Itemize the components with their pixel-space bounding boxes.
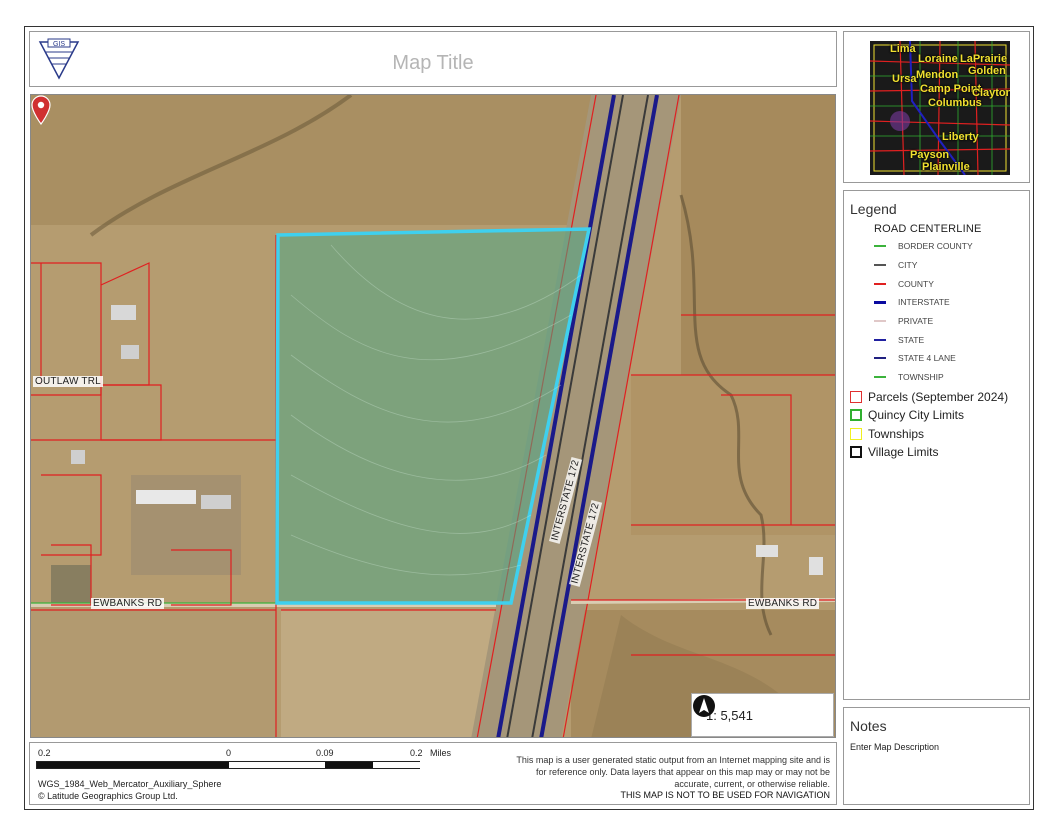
overview-label-columbus: Columbus [928, 97, 982, 109]
aerial-imagery [31, 95, 835, 737]
scalebar-label-right: 0.2 [410, 748, 423, 758]
legend-item-label: CITY [898, 260, 918, 270]
legend-swatch [850, 428, 862, 440]
gis-logo-text: GIS [53, 41, 65, 48]
overview-label-payson: Payson [910, 149, 950, 161]
legend-swatch [850, 409, 862, 421]
disclaimer-text: This map is a user generated static outp… [516, 755, 830, 789]
scalebar-label-zero: 0 [226, 748, 232, 758]
legend-road-header: ROAD CENTERLINE [874, 223, 982, 235]
scale-ratio-box: 1: 5,541 [691, 693, 834, 737]
projection-label: WGS_1984_Web_Mercator_Auxiliary_Sphere [38, 779, 222, 789]
legend-swatch [874, 357, 886, 359]
scale-bar-segment [229, 762, 325, 768]
scalebar-unit: Miles [430, 748, 452, 758]
road-label-ewbanks-rd-west: EWBANKS RD [91, 598, 165, 609]
legend-townships: Townships [850, 427, 924, 441]
legend-panel: Legend ROAD CENTERLINE BORDER COUNTY CIT… [843, 190, 1030, 700]
legend-swatch [874, 283, 886, 285]
legend-item-label: Village Limits [868, 445, 939, 459]
legend-road-border-county: BORDER COUNTY [874, 241, 973, 251]
legend-road-private: PRIVATE [874, 316, 933, 326]
legend-swatch [874, 320, 886, 322]
legend-road-interstate: INTERSTATE [874, 297, 950, 307]
overview-label-laprairie: LaPrairie [960, 53, 1008, 65]
legend-item-label: TOWNSHIP [898, 372, 944, 382]
legend-swatch [874, 339, 886, 341]
legend-item-label: Parcels (September 2024) [868, 390, 1009, 404]
map-header: GIS Map Title [29, 31, 837, 87]
overview-label-ursa: Ursa [892, 73, 917, 85]
legend-road-state: STATE [874, 335, 924, 345]
legend-road-township: TOWNSHIP [874, 372, 944, 382]
legend-swatch [874, 376, 886, 378]
notes-title: Notes [850, 718, 887, 734]
map-view[interactable]: OUTLAW TRL EWBANKS RD EWBANKS RD INTERST… [30, 94, 836, 738]
overview-label-mendon: Mendon [916, 69, 959, 81]
legend-swatch [850, 446, 862, 458]
scale-bar-segment [325, 762, 373, 768]
location-pin-icon[interactable] [31, 95, 51, 125]
legend-item-label: Quincy City Limits [868, 408, 965, 422]
map-title: Map Title [392, 52, 474, 74]
legend-item-label: STATE [898, 335, 925, 345]
legend-village-limits: Village Limits [850, 445, 938, 459]
copyright-label: © Latitude Geographics Group Ltd. [38, 791, 178, 801]
legend-item-label: Townships [868, 427, 925, 441]
legend-title: Legend [850, 201, 897, 217]
overview-label-plainville: Plainville [922, 161, 970, 173]
overview-map-panel: Lima Loraine LaPrairie Ursa Mendon Golde… [843, 31, 1030, 183]
navigation-warning: THIS MAP IS NOT TO BE USED FOR NAVIGATIO… [620, 790, 830, 800]
map-footer: 0.2 0 0.09 0.2 Miles WGS_1984_Web_Mercat… [29, 742, 837, 805]
scale-bar-segment [37, 762, 229, 768]
scalebar-label-mid: 0.09 [316, 748, 334, 758]
overview-label-golden: Golden [968, 65, 1006, 77]
notes-description[interactable]: Enter Map Description [850, 742, 939, 752]
legend-road-county: COUNTY [874, 279, 934, 289]
north-arrow-icon [693, 695, 715, 717]
legend-item-label: PRIVATE [898, 316, 934, 326]
legend-swatch [850, 391, 862, 403]
legend-parcels: Parcels (September 2024) [850, 390, 1008, 404]
legend-road-city: CITY [874, 260, 917, 270]
legend-item-label: INTERSTATE [898, 297, 950, 307]
scale-bar [36, 761, 421, 769]
overview-label-liberty: Liberty [942, 131, 979, 143]
legend-item-label: STATE 4 LANE [898, 353, 956, 363]
scalebar-label-left: 0.2 [38, 748, 51, 758]
overview-label-lima: Lima [890, 43, 916, 55]
overview-map[interactable]: Lima Loraine LaPrairie Ursa Mendon Golde… [870, 41, 1010, 175]
legend-swatch [874, 264, 886, 266]
notes-panel: Notes Enter Map Description [843, 707, 1030, 805]
legend-quincy-city-limits: Quincy City Limits [850, 408, 964, 422]
road-label-ewbanks-rd-east: EWBANKS RD [746, 598, 820, 609]
legend-road-state-4-lane: STATE 4 LANE [874, 353, 956, 363]
road-label-outlaw-trl: OUTLAW TRL [33, 376, 103, 387]
overview-label-loraine: Loraine [918, 53, 958, 65]
legend-swatch [874, 300, 886, 304]
legend-item-label: BORDER COUNTY [898, 241, 973, 251]
legend-item-label: COUNTY [898, 279, 934, 289]
legend-swatch [874, 245, 886, 247]
scale-bar-segment [373, 762, 421, 768]
